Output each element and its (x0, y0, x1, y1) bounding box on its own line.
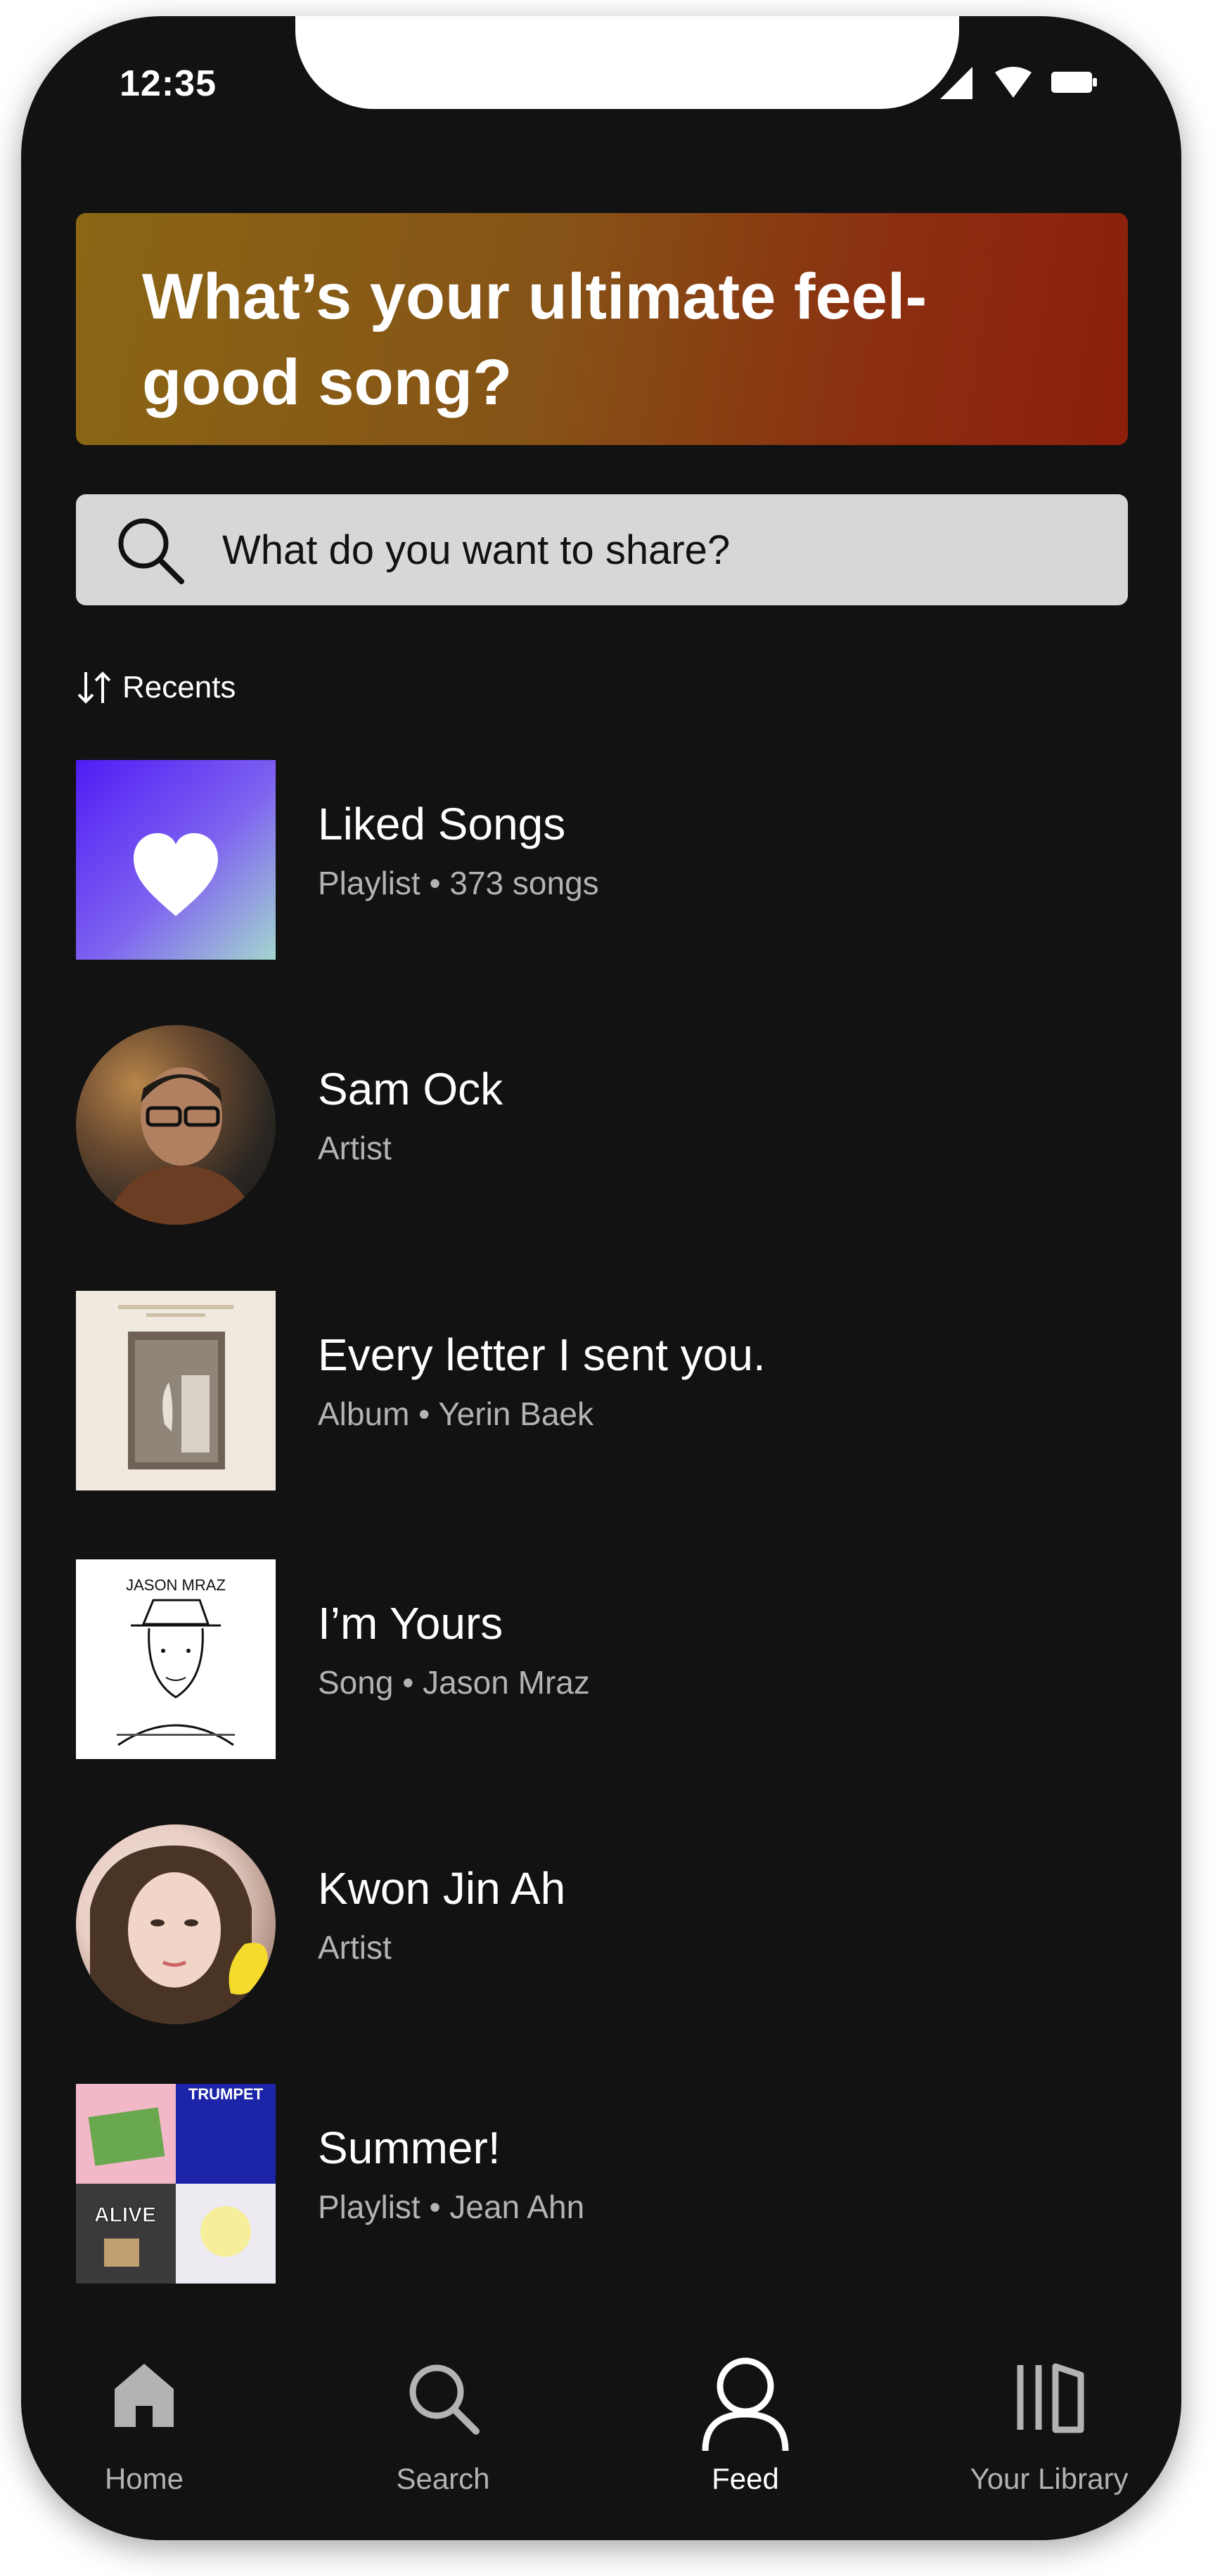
list-item-kwon-jin-ah[interactable]: Kwon Jin Ah Artist (76, 1824, 1131, 2024)
item-subtitle: Artist (318, 1929, 392, 1966)
status-time: 12:35 (120, 63, 217, 104)
list-item-liked-songs[interactable]: Liked Songs Playlist • 373 songs (76, 760, 1131, 960)
profile-icon (702, 2357, 789, 2452)
song-cover-art: JASON MRAZ (117, 1576, 235, 1746)
mosaic-cover-art: TRUMPET ALIVE (76, 2084, 276, 2284)
playlist-mosaic-artwork: TRUMPET ALIVE (76, 2084, 276, 2284)
prompt-banner: What’s your ultimate feel-good song? (76, 213, 1128, 445)
cover-text-alive: ALIVE (94, 2203, 156, 2227)
notch (295, 16, 959, 109)
bottom-nav: Home Search Feed Your Library (21, 2312, 1181, 2540)
search-icon (118, 518, 184, 584)
item-subtitle: Song • Jason Mraz (318, 1664, 590, 1701)
sort-arrows-icon (77, 671, 111, 704)
nav-label: Your Library (970, 2462, 1129, 2495)
list-item-sam-ock[interactable]: Sam Ock Artist (76, 1025, 1131, 1225)
heart-icon (134, 833, 218, 916)
list-item-summer[interactable]: TRUMPET ALIVE Summer! Playlist • Jean Ah… (76, 2084, 1131, 2284)
library-icon (1017, 2363, 1084, 2433)
person-silhouette (104, 1067, 259, 1225)
nav-label: Feed (712, 2462, 779, 2495)
item-subtitle: Playlist • 373 songs (318, 865, 599, 901)
list-item-every-letter[interactable]: Every letter I sent you. Album • Yerin B… (76, 1291, 1131, 1490)
item-subtitle: Artist (318, 1130, 392, 1166)
album-artwork (76, 1291, 276, 1490)
battery-icon (1051, 72, 1097, 93)
album-cover-art (118, 1305, 233, 1469)
share-search-input[interactable] (222, 494, 1066, 605)
song-artwork: JASON MRAZ (76, 1559, 276, 1759)
item-title: Sam Ock (318, 1064, 503, 1114)
share-search-bar[interactable] (76, 494, 1128, 605)
nav-feed[interactable]: Feed (619, 2312, 872, 2495)
item-title: Summer! (318, 2123, 501, 2173)
artist-avatar (76, 1824, 276, 2024)
nav-home[interactable]: Home (21, 2312, 271, 2495)
sort-label: Recents (122, 670, 236, 704)
search-icon (409, 2364, 480, 2435)
item-subtitle: Playlist • Jean Ahn (318, 2189, 585, 2225)
cover-text-trumpet: TRUMPET (188, 2085, 264, 2103)
artist-avatar (76, 1025, 276, 1225)
nav-search[interactable]: Search (316, 2312, 570, 2495)
item-title: Every letter I sent you. (318, 1329, 766, 1380)
item-title: Liked Songs (318, 799, 566, 849)
item-title: I’m Yours (318, 1598, 503, 1649)
signal-icon (940, 67, 972, 99)
wifi-icon (995, 67, 1032, 98)
nav-label: Search (396, 2462, 490, 2495)
banner-title: What’s your ultimate feel-good song? (142, 261, 927, 418)
person-silhouette (90, 1846, 268, 2024)
nav-label: Home (104, 2462, 184, 2495)
phone-frame: 12:35 What’s your ultimate feel-good son… (21, 16, 1181, 2540)
list-item-im-yours[interactable]: JASON MRAZ I’m Yours Song • Jason Mraz (76, 1559, 1131, 1759)
cover-text: JASON MRAZ (126, 1576, 226, 1594)
liked-songs-artwork (76, 760, 276, 960)
sort-control[interactable]: Recents (76, 666, 236, 709)
item-title: Kwon Jin Ah (318, 1863, 566, 1914)
home-icon (115, 2364, 174, 2427)
item-subtitle: Album • Yerin Baek (318, 1396, 594, 1432)
nav-library[interactable]: Your Library (923, 2312, 1176, 2495)
